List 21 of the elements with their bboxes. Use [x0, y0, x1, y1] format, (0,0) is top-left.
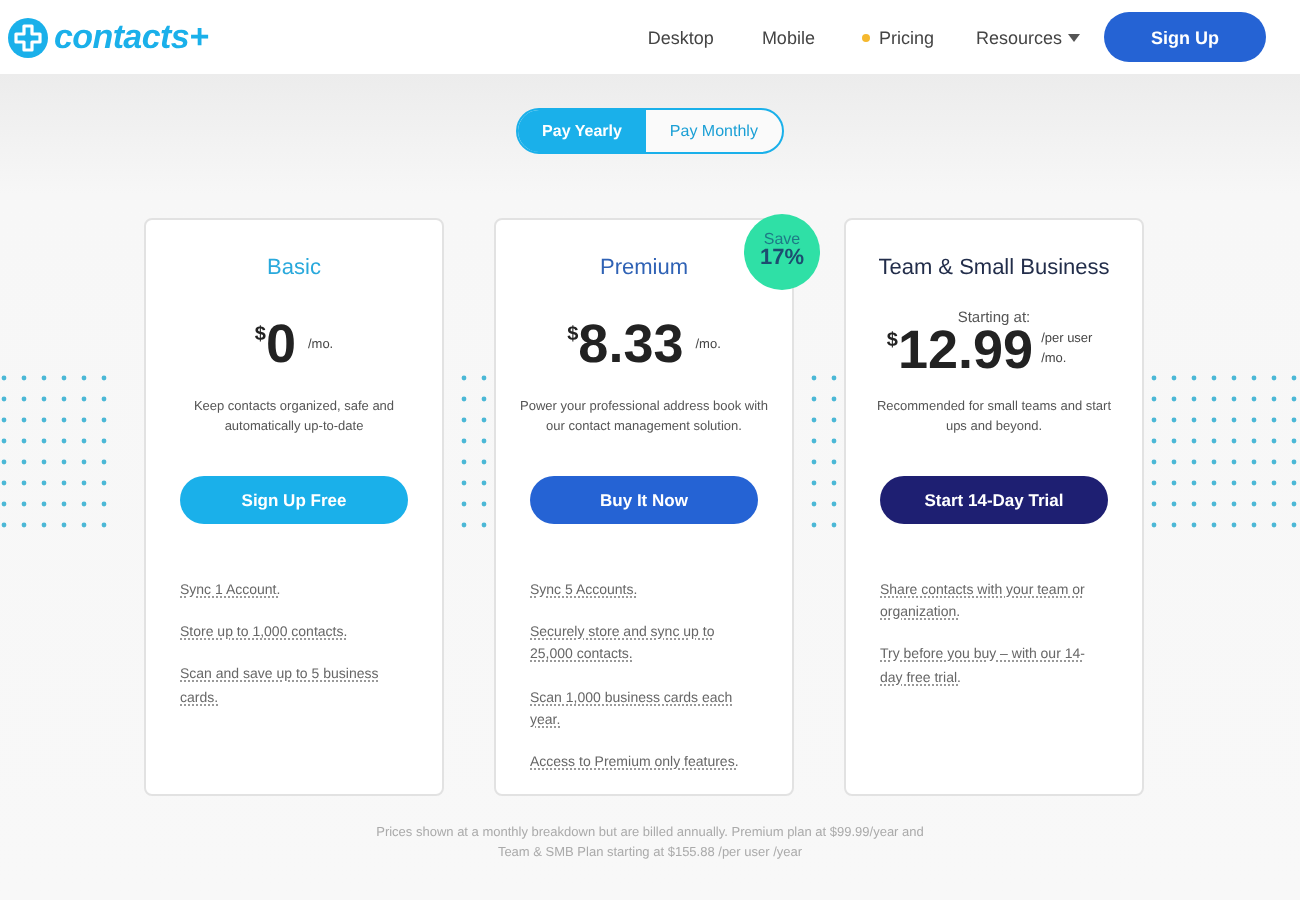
nav-link[interactable]: Desktop — [647, 27, 714, 47]
price-amount: 8.33 — [578, 313, 684, 375]
nav-link[interactable]: Resources — [975, 27, 1080, 47]
sign-up-button[interactable]: Sign Up — [1104, 12, 1266, 62]
caret-icon — [1068, 33, 1080, 41]
plan-button[interactable]: Buy It Now — [530, 476, 758, 524]
nav-link[interactable]: Pricing — [862, 27, 934, 47]
badge-text: Save — [763, 232, 801, 249]
price-amount: 0 — [265, 313, 296, 375]
nav-link[interactable]: Mobile — [761, 27, 815, 47]
logo-icon — [8, 17, 48, 57]
logo-text: contacts+ — [54, 17, 209, 57]
currency-symbol: $ — [886, 329, 898, 351]
dot-icon — [862, 33, 871, 41]
badge-percent: 17% — [759, 248, 805, 272]
plan-name: Team & Small Business — [878, 256, 1110, 284]
currency-symbol: $ — [567, 323, 579, 345]
plan-name: Basic — [267, 256, 321, 284]
currency-symbol: $ — [254, 323, 266, 345]
plan-name: Premium — [599, 256, 688, 284]
plan-button[interactable]: Start 14-Day Trial — [880, 476, 1108, 524]
